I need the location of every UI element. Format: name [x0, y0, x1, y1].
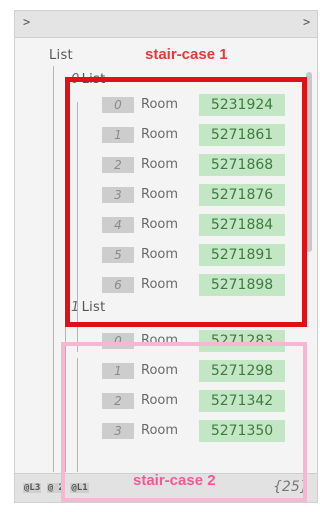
annotation-label-staircase-1: stair-case 1	[145, 46, 228, 63]
root-list-label[interactable]: List	[49, 48, 73, 63]
list-label-text: List	[49, 48, 73, 63]
expand-left-arrow-icon[interactable]: >	[23, 15, 30, 29]
toolbar: > >	[15, 11, 317, 38]
level-tag: @L3	[23, 483, 42, 493]
expand-right-arrow-icon[interactable]: >	[303, 15, 310, 29]
tree-guide-line	[53, 66, 54, 472]
annotation-box-staircase-1	[65, 77, 307, 327]
annotation-label-staircase-2: stair-case 2	[133, 472, 216, 489]
